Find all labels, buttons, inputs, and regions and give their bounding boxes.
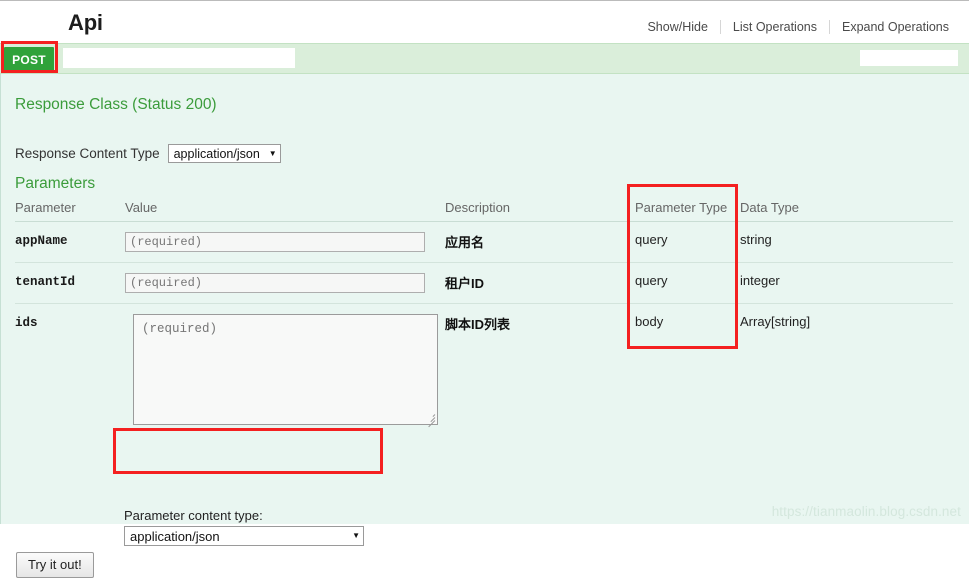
- data-type-cell: integer: [740, 262, 953, 304]
- response-class-title: Response Class (Status 200): [15, 96, 217, 113]
- parameter-name-tenantid: tenantId: [15, 275, 76, 289]
- swagger-ui-page: Api Show/Hide List Operations Expand Ope…: [0, 0, 969, 578]
- parameter-content-type-value: application/json: [130, 528, 220, 544]
- list-operations-link[interactable]: List Operations: [721, 20, 829, 34]
- parameter-type-cell: query: [635, 262, 740, 304]
- http-method-post-badge[interactable]: POST: [4, 47, 54, 72]
- data-type-ids: Array[string]: [740, 314, 811, 329]
- column-header-value: Value: [125, 200, 445, 222]
- parameter-value-cell: [125, 304, 445, 439]
- response-content-type-value: application/json: [173, 146, 260, 161]
- parameter-type-cell: query: [635, 221, 740, 263]
- expand-operations-link[interactable]: Expand Operations: [830, 20, 961, 34]
- response-content-type-select[interactable]: application/json ▼: [167, 144, 281, 163]
- response-content-type-row: Response Content Type application/json ▼: [15, 144, 281, 163]
- resource-header: Api Show/Hide List Operations Expand Ope…: [0, 0, 969, 43]
- operation-body: Response Class (Status 200) Response Con…: [0, 74, 969, 578]
- chevron-down-icon: ▼: [268, 148, 277, 158]
- column-header-description: Description: [445, 200, 635, 222]
- data-type-tenantid: integer: [740, 273, 780, 288]
- chevron-down-icon: ▼: [352, 531, 360, 540]
- table-row: ids 脚本ID列表 body: [15, 304, 953, 439]
- ids-textarea[interactable]: [133, 314, 438, 425]
- parameter-type-tenantid: query: [635, 273, 668, 288]
- parameter-description-tenantid: 租户ID: [445, 276, 485, 291]
- parameter-description-cell: 应用名: [445, 221, 635, 263]
- parameter-name-cell: tenantId: [15, 262, 125, 304]
- parameter-content-type-block: Parameter content type: application/json…: [124, 508, 364, 546]
- page-title: Api: [68, 10, 103, 35]
- parameter-value-cell: [125, 221, 445, 263]
- parameter-name-ids: ids: [15, 316, 38, 330]
- appname-input[interactable]: [125, 232, 425, 252]
- parameter-content-type-label: Parameter content type:: [124, 508, 263, 523]
- column-header-parameter: Parameter: [15, 200, 125, 222]
- parameter-description-appname: 应用名: [445, 235, 485, 250]
- data-type-appname: string: [740, 232, 772, 247]
- table-row: appName 应用名 query string: [15, 221, 953, 263]
- data-type-cell: string: [740, 221, 953, 263]
- parameter-content-type-select[interactable]: application/json ▼: [124, 526, 364, 546]
- parameters-table: Parameter Value Description Parameter Ty…: [15, 200, 953, 438]
- parameter-name-appname: appName: [15, 234, 68, 248]
- parameter-type-ids: body: [635, 314, 664, 329]
- parameter-type-cell: body: [635, 304, 740, 439]
- parameters-title: Parameters: [15, 175, 96, 192]
- tenantid-input[interactable]: [125, 273, 425, 293]
- redacted-operation-summary: [860, 50, 958, 66]
- response-content-type-label: Response Content Type: [15, 146, 160, 161]
- parameters-table-header-row: Parameter Value Description Parameter Ty…: [15, 200, 953, 222]
- watermark-text: https://tianmaolin.blog.csdn.net: [771, 504, 961, 519]
- table-row: tenantId 租户ID query integer: [15, 262, 953, 304]
- parameter-description-cell: 脚本ID列表: [445, 304, 635, 439]
- data-type-cell: Array[string]: [740, 304, 953, 439]
- parameter-value-cell: [125, 262, 445, 304]
- try-it-out-button[interactable]: Try it out!: [16, 552, 94, 578]
- resource-options: Show/Hide List Operations Expand Operati…: [635, 20, 961, 34]
- column-header-parameter-type: Parameter Type: [635, 200, 740, 222]
- ids-textarea-wrapper: [125, 314, 438, 428]
- column-header-data-type: Data Type: [740, 200, 953, 222]
- parameter-type-appname: query: [635, 232, 668, 247]
- parameter-name-cell: ids: [15, 304, 125, 439]
- parameter-description-cell: 租户ID: [445, 262, 635, 304]
- show-hide-link[interactable]: Show/Hide: [635, 20, 719, 34]
- redacted-endpoint-path: [63, 48, 295, 68]
- parameter-name-cell: appName: [15, 221, 125, 263]
- parameter-description-ids: 脚本ID列表: [445, 317, 511, 332]
